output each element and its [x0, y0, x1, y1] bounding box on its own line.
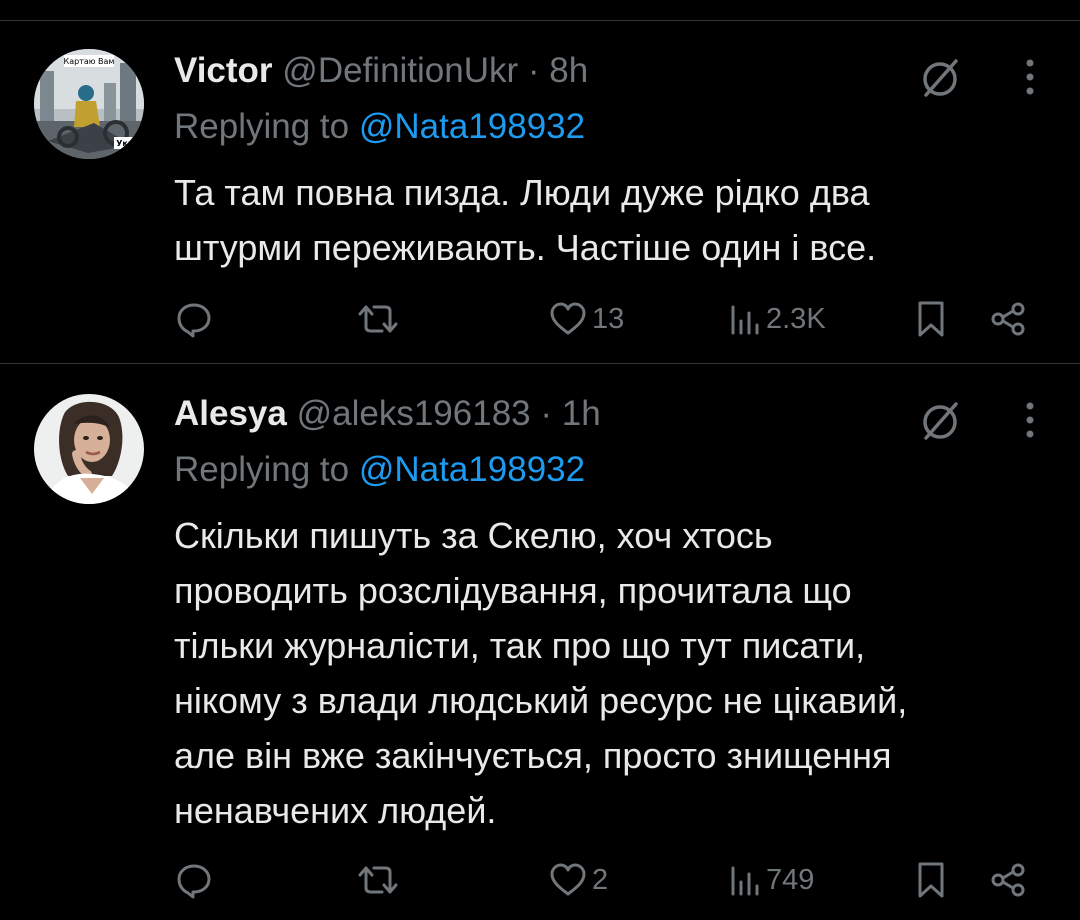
retweet-button[interactable] — [356, 297, 404, 341]
bookmark-icon — [918, 301, 944, 337]
tweet-text-line: Скільки пишуть за Скелю, хоч хтось — [174, 515, 773, 556]
share-icon — [991, 302, 1025, 336]
svg-text:Украї: Украї — [116, 139, 142, 148]
like-button[interactable]: 13 — [548, 297, 624, 341]
mention-link[interactable]: @Nata198932 — [359, 107, 585, 146]
bookmark-button[interactable] — [914, 297, 948, 341]
like-button[interactable]: 2 — [548, 858, 608, 902]
reply-icon — [177, 864, 211, 899]
retweet-icon — [358, 866, 398, 894]
share-button[interactable] — [988, 858, 1028, 902]
reply-button[interactable] — [174, 297, 218, 341]
timestamp[interactable]: 8h — [549, 51, 588, 90]
more-icon[interactable] — [1022, 396, 1038, 444]
avatar-image — [34, 394, 144, 504]
views-button[interactable]: 749 — [728, 858, 814, 902]
replying-to-label: Replying to — [174, 450, 350, 489]
tweet-text-line: нікому з влади людський ресурс не цікави… — [174, 680, 908, 721]
tweet-text-line: проводить розслідування, прочитала що — [174, 570, 852, 611]
tweet-text-line: Та там повна пизда. Люди дуже рідко два — [174, 172, 870, 213]
bookmark-icon — [918, 862, 944, 898]
tweet[interactable]: Alesya @aleks196183 · 1h Replying to @Na… — [0, 364, 1080, 920]
bookmark-button[interactable] — [914, 858, 948, 902]
action-bar: 13 2.3K — [174, 297, 1044, 341]
replying-to: Replying to @Nata198932 — [174, 448, 585, 492]
tweet-text-line: штурми переживають. Частіше один і все. — [174, 227, 877, 268]
reply-button[interactable] — [174, 858, 218, 902]
view-count: 749 — [766, 863, 815, 896]
user-handle[interactable]: @aleks196183 — [297, 394, 531, 433]
like-count: 13 — [592, 302, 625, 335]
tweet-text: Та там повна пизда. Люди дуже рідко два … — [174, 165, 1044, 275]
like-count: 2 — [592, 863, 609, 896]
tweet-text: Скільки пишуть за Скелю, хоч хтось прово… — [174, 508, 1044, 838]
views-icon — [731, 305, 759, 335]
display-name[interactable]: Victor — [174, 51, 273, 90]
display-name[interactable]: Alesya — [174, 394, 287, 433]
svg-text:Картаю Вам: Картаю Вам — [64, 57, 115, 66]
grok-icon[interactable] — [918, 55, 962, 99]
tweet-text-line: тільки журналісти, так про що тут писати… — [174, 625, 866, 666]
share-icon — [991, 863, 1025, 897]
replying-to-label: Replying to — [174, 107, 350, 146]
avatar-image: Картаю Вам Украї — [34, 49, 144, 159]
like-icon — [550, 863, 586, 896]
tweet-text-line: ненавчених людей. — [174, 790, 497, 831]
replying-to: Replying to @Nata198932 — [174, 105, 585, 149]
share-button[interactable] — [988, 297, 1028, 341]
mention-link[interactable]: @Nata198932 — [359, 450, 585, 489]
separator: · — [527, 51, 540, 90]
timestamp[interactable]: 1h — [562, 394, 601, 433]
action-bar: 2 749 — [174, 858, 1044, 902]
view-count: 2.3K — [766, 302, 826, 335]
reply-icon — [177, 303, 211, 338]
retweet-icon — [358, 305, 398, 333]
user-handle[interactable]: @DefinitionUkr — [282, 51, 518, 90]
tweet[interactable]: Картаю Вам Украї Victor @DefinitionUkr ·… — [0, 20, 1080, 364]
avatar[interactable]: Картаю Вам Украї — [34, 49, 144, 159]
avatar[interactable] — [34, 394, 144, 504]
separator: · — [540, 394, 553, 433]
retweet-button[interactable] — [356, 858, 404, 902]
views-button[interactable]: 2.3K — [728, 297, 826, 341]
more-icon[interactable] — [1022, 53, 1038, 101]
grok-icon[interactable] — [918, 398, 962, 442]
tweet-text-line: але він вже закінчується, просто знищенн… — [174, 735, 892, 776]
views-icon — [731, 866, 759, 896]
like-icon — [550, 302, 586, 335]
